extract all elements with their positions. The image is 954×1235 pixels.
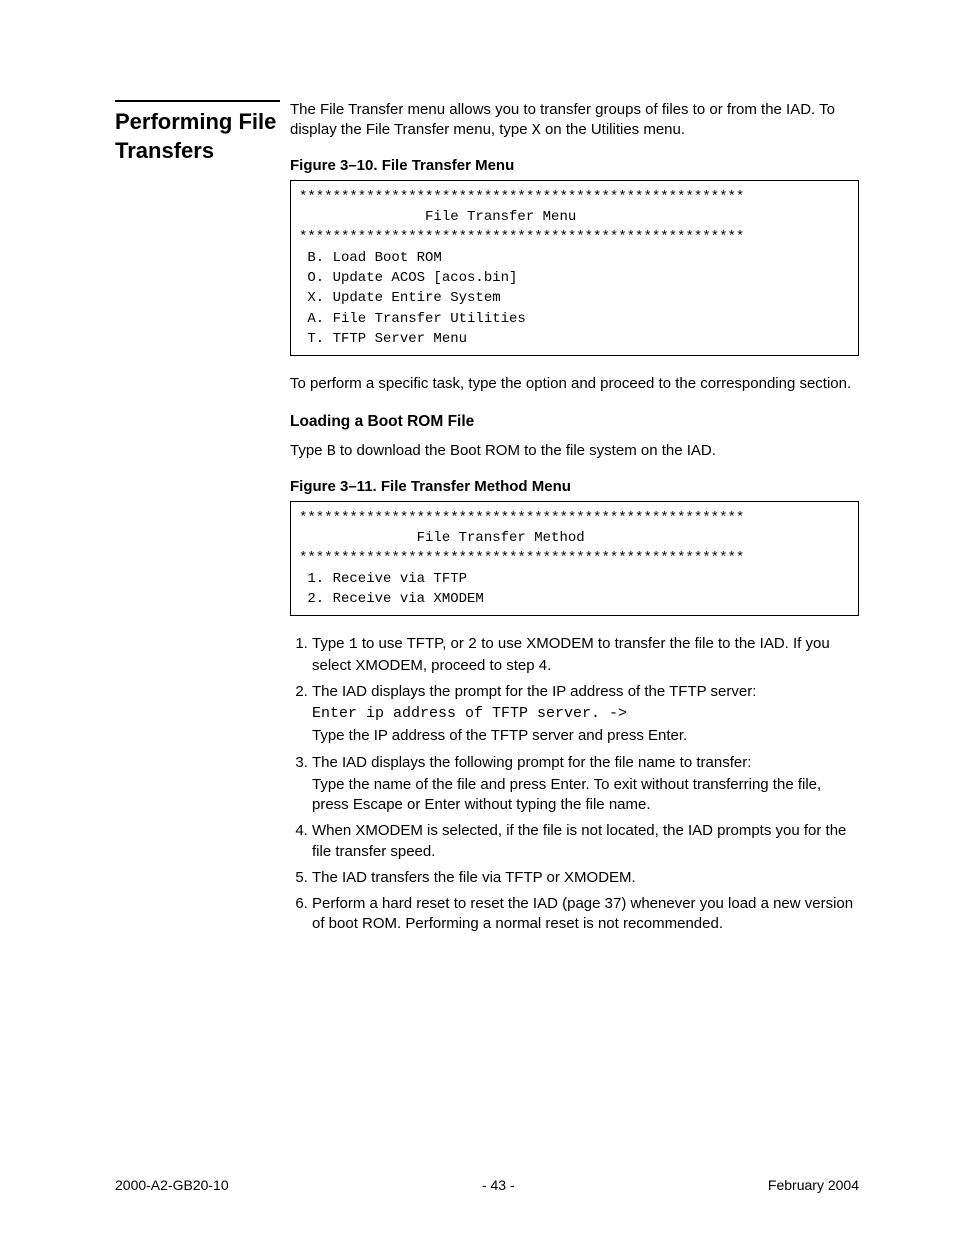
step2-text: The IAD displays the prompt for the IP a… [312,683,756,700]
step2-after: Type the IP address of the TFTP server a… [312,726,859,746]
step-3: The IAD displays the following prompt fo… [312,753,859,816]
boot-key: B [327,443,336,460]
step5-text: The IAD transfers the file via TFTP or X… [312,869,636,886]
step4-text: When XMODEM is selected, if the file is … [312,822,846,859]
figure-caption-1: Figure 3–10. File Transfer Menu [290,156,859,176]
intro-key: X [532,122,541,139]
intro-after: on the Utilities menu. [541,121,685,138]
step3-after: Type the name of the file and press Ente… [312,775,859,816]
step-4: When XMODEM is selected, if the file is … [312,821,859,862]
step1-pre: Type [312,635,349,652]
intro-paragraph: The File Transfer menu allows you to tra… [290,100,859,142]
footer-left: 2000-A2-GB20-10 [115,1176,229,1195]
step1-mid: to use TFTP, or [358,635,468,652]
boot-before: Type [290,442,327,459]
step1-key2: 2 [468,636,477,653]
step2-mono: Enter ip address of TFTP server. -> [312,704,859,724]
footer-center: - 43 - [482,1176,515,1195]
step-6: Perform a hard reset to reset the IAD (p… [312,894,859,935]
section-heading: Performing File Transfers [115,100,280,165]
figure-box-1: ****************************************… [290,180,859,356]
steps-list: Type 1 to use TFTP, or 2 to use XMODEM t… [290,634,859,934]
step6-text: Perform a hard reset to reset the IAD (p… [312,895,853,932]
step-2: The IAD displays the prompt for the IP a… [312,682,859,747]
boot-paragraph: Type B to download the Boot ROM to the f… [290,441,859,462]
figure-box-2: ****************************************… [290,501,859,616]
step3-text: The IAD displays the following prompt fo… [312,754,751,771]
subheading-loading-boot-rom: Loading a Boot ROM File [290,412,859,433]
boot-after: to download the Boot ROM to the file sys… [336,442,716,459]
step-1: Type 1 to use TFTP, or 2 to use XMODEM t… [312,634,859,676]
footer-right: February 2004 [768,1176,859,1195]
step1-key1: 1 [349,636,358,653]
step-5: The IAD transfers the file via TFTP or X… [312,868,859,888]
after-fig1-paragraph: To perform a specific task, type the opt… [290,374,859,394]
figure-caption-2: Figure 3–11. File Transfer Method Menu [290,477,859,497]
